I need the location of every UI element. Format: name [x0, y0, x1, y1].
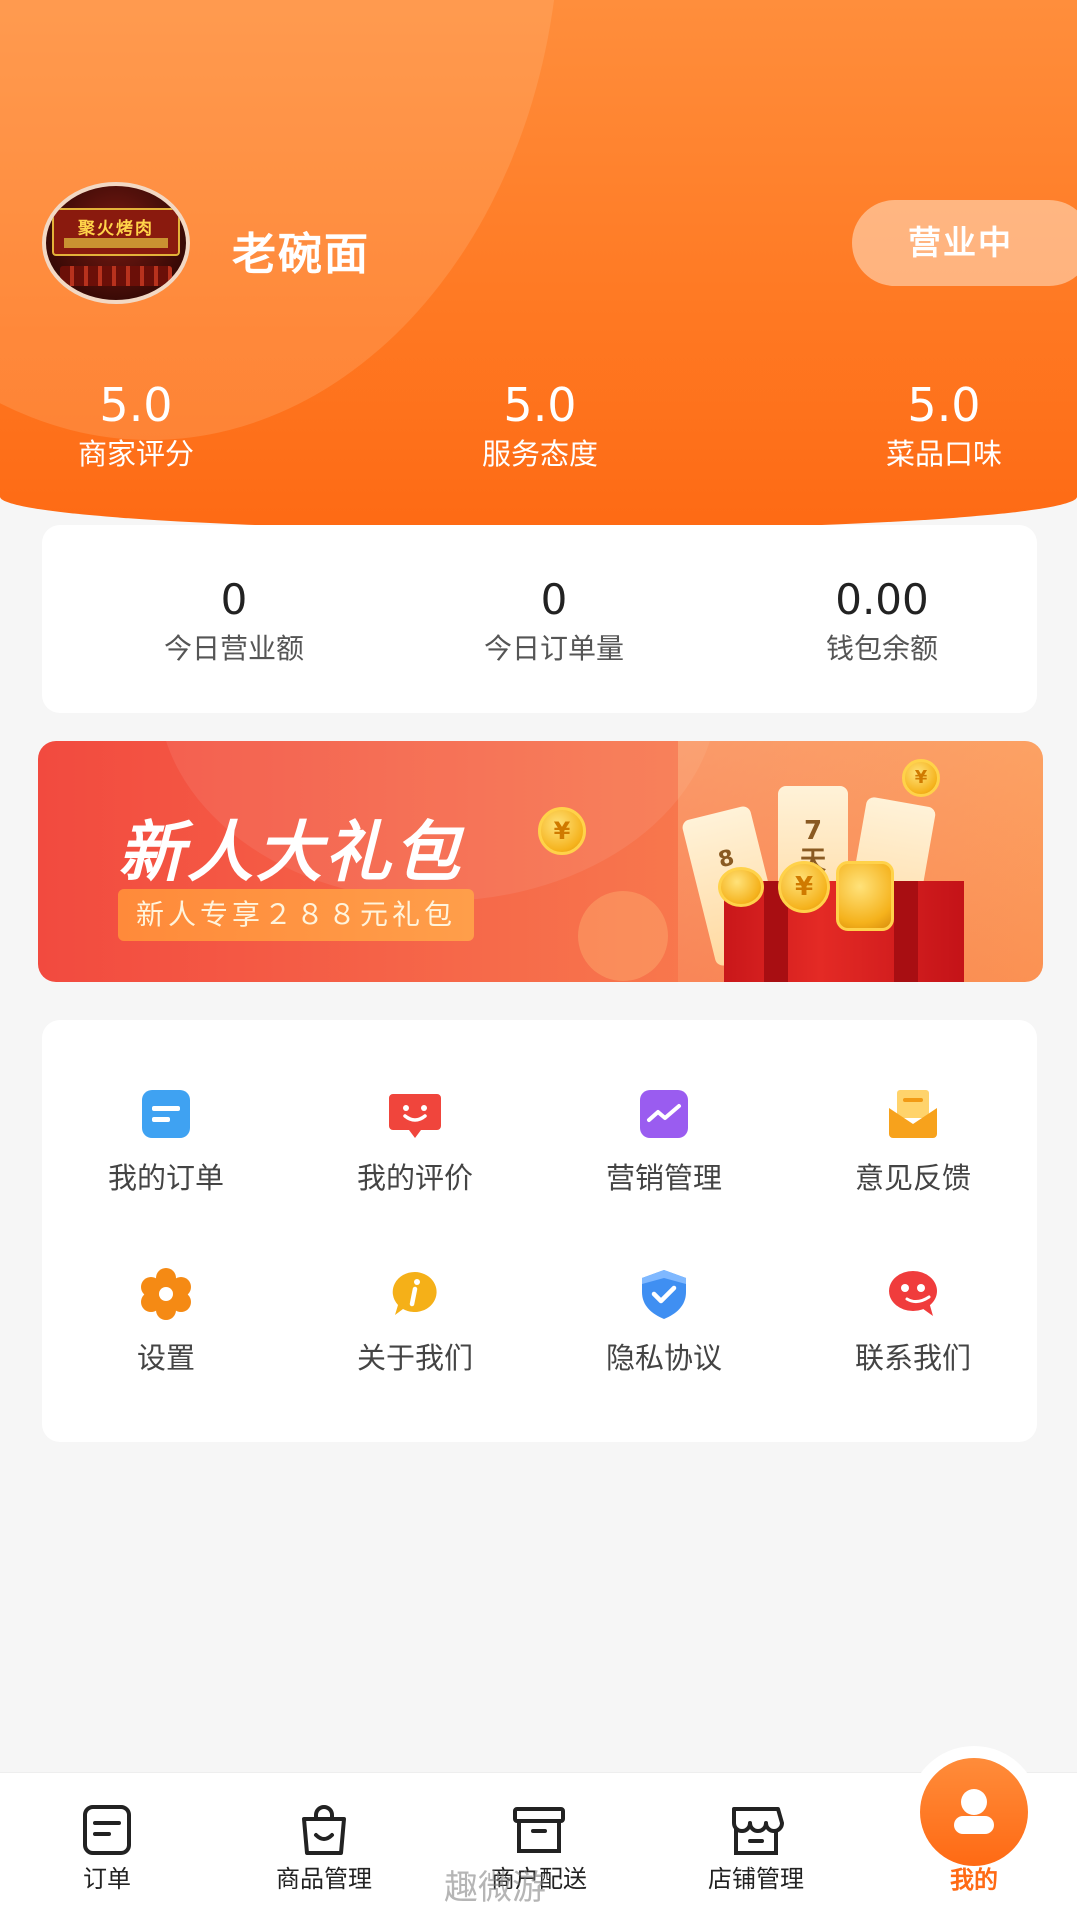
coin-icon [718, 867, 764, 907]
smile-message-icon [389, 1094, 441, 1138]
tab-product-management[interactable]: 商品管理 [234, 1803, 414, 1895]
coin-icon: ¥ [902, 759, 940, 797]
envelope-icon [889, 1090, 937, 1138]
coin-icon: ¥ [538, 807, 586, 855]
avatar-storefront [60, 266, 172, 286]
trend-chart-icon [640, 1090, 688, 1138]
tab-store-management[interactable]: 店铺管理 [666, 1803, 846, 1895]
business-status-button[interactable]: 营业中 [852, 200, 1077, 286]
menu-about-us[interactable]: 关于我们 [315, 1266, 515, 1378]
stat-wallet-balance[interactable]: 0.00 钱包余额 [752, 575, 1012, 669]
score-taste: 5.0 菜品口味 [885, 378, 1002, 471]
chat-bubble-icon [889, 1271, 937, 1316]
menu-privacy-policy[interactable]: 隐私协议 [564, 1266, 764, 1378]
store-avatar[interactable]: 聚火烤肉 [42, 182, 190, 304]
banner-subtitle: 新人专享２８８元礼包 [118, 889, 475, 941]
coin-icon: ¥ [778, 861, 830, 913]
menu-contact-us[interactable]: 联系我们 [813, 1266, 1013, 1378]
menu-feedback[interactable]: 意见反馈 [813, 1086, 1013, 1198]
shield-check-icon [642, 1270, 686, 1319]
menu-my-reviews[interactable]: 我的评价 [315, 1086, 515, 1198]
function-menu-card: 我的订单 我的评价 营销管理 意见反馈 设置 关于我们 隐私协议 联系我们 [42, 1020, 1037, 1442]
today-stats-card: 0 今日营业额 0 今日订单量 0.00 钱包余额 [42, 525, 1037, 713]
menu-marketing[interactable]: 营销管理 [564, 1086, 764, 1198]
bag-tab-icon [302, 1805, 346, 1855]
stat-today-revenue[interactable]: 0 今日营业额 [104, 575, 364, 669]
coin-stack-icon [836, 861, 894, 931]
store-name: 老碗面 [232, 229, 370, 280]
order-doc-icon [142, 1090, 190, 1138]
menu-my-orders[interactable]: 我的订单 [66, 1086, 266, 1198]
tab-me-label[interactable]: 我的 [914, 1860, 1034, 1895]
newcomer-gift-banner[interactable]: 新人大礼包 新人专享２８８元礼包 ¥ ¥ 8折 7天 ¥ [38, 741, 1043, 982]
order-tab-icon [83, 1805, 131, 1855]
banner-title: 新人大礼包 [118, 814, 463, 891]
score-service: 5.0 服务态度 [481, 378, 598, 471]
score-merchant: 5.0 商家评分 [77, 378, 194, 471]
avatar-sign-text: 聚火烤肉 [78, 219, 154, 239]
box-tab-icon [513, 1807, 565, 1853]
info-bubble-icon [392, 1271, 437, 1315]
watermark-text: 趣微游 [444, 1868, 546, 1908]
tab-me[interactable] [920, 1758, 1028, 1866]
store-tab-icon [732, 1807, 784, 1855]
gear-icon [141, 1268, 191, 1320]
tab-orders[interactable]: 订单 [17, 1803, 197, 1895]
avatar-signboard: 聚火烤肉 [52, 208, 180, 256]
user-tab-icon [954, 1789, 994, 1834]
stat-today-orders[interactable]: 0 今日订单量 [424, 575, 684, 669]
menu-settings[interactable]: 设置 [66, 1266, 266, 1378]
